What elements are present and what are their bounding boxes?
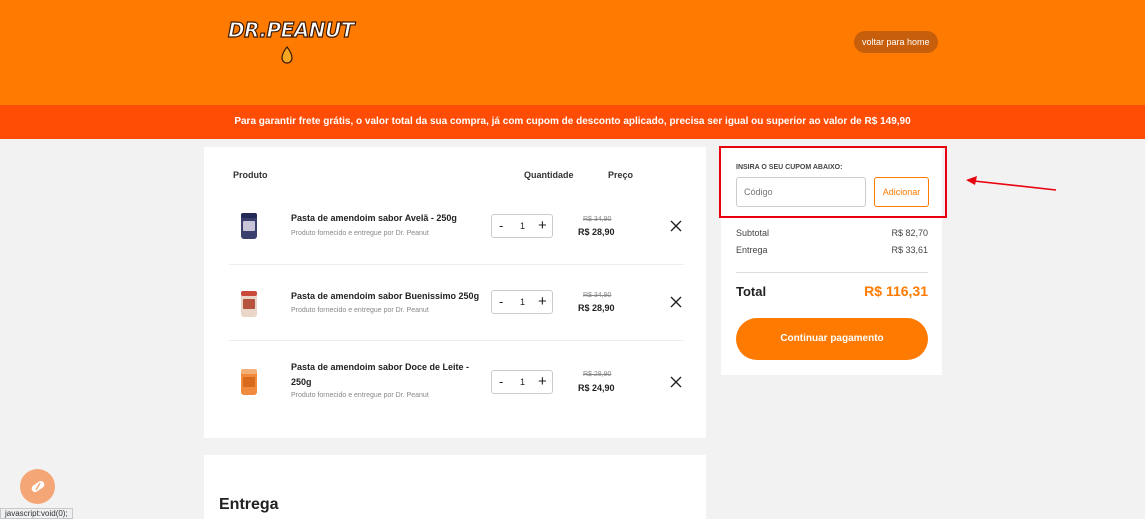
decrease-button[interactable]: - (499, 215, 503, 237)
quantity-value[interactable]: 1 (520, 291, 525, 313)
current-price: R$ 28,90 (578, 227, 615, 237)
peanut-drop-icon (281, 46, 293, 64)
total-value: R$ 116,31 (864, 283, 928, 299)
old-price: R$ 28,90 (583, 371, 612, 378)
shipping-value: R$ 33,61 (891, 245, 928, 255)
delivery-panel: Entrega (204, 455, 706, 519)
product-name[interactable]: Pasta de amendoim sabor Doce de Leite - … (291, 360, 481, 390)
shipping-row: Entrega R$ 33,61 (736, 245, 928, 255)
increase-button[interactable]: + (538, 371, 547, 393)
subtotal-row: Subtotal R$ 82,70 (736, 228, 928, 238)
quantity-value[interactable]: 1 (520, 215, 525, 237)
free-shipping-banner: Para garantir frete grátis, o valor tota… (0, 105, 1145, 139)
header: DR.PEANUT voltar para home (0, 0, 1145, 105)
total-label: Total (736, 284, 767, 299)
cart-panel: Produto Quantidade Preço Pasta de amendo… (204, 147, 706, 438)
close-icon[interactable] (669, 375, 683, 389)
current-price: R$ 24,90 (578, 383, 615, 393)
column-product: Produto (233, 170, 268, 180)
product-seller: Produto fornecido e entregue por Dr. Pea… (291, 230, 429, 237)
quantity-stepper: - 1 + (491, 214, 553, 238)
cart-item: Pasta de amendoim sabor Buenissimo 250g … (229, 265, 684, 341)
back-home-button[interactable]: voltar para home (854, 31, 938, 53)
cart-item: Pasta de amendoim sabor Avelã - 250g Pro… (229, 189, 684, 265)
coupon-highlight-box (719, 146, 947, 218)
chat-icon (31, 480, 45, 493)
delivery-title: Entrega (219, 496, 279, 513)
product-name[interactable]: Pasta de amendoim sabor Buenissimo 250g (291, 289, 481, 304)
old-price: R$ 34,90 (583, 292, 612, 299)
product-seller: Produto fornecido e entregue por Dr. Pea… (291, 392, 429, 399)
quantity-stepper: - 1 + (491, 290, 553, 314)
product-image (241, 291, 257, 317)
current-price: R$ 28,90 (578, 303, 615, 313)
continue-payment-button[interactable]: Continuar pagamento (736, 318, 928, 360)
summary-divider (736, 272, 928, 273)
product-image (241, 213, 257, 239)
close-icon[interactable] (669, 219, 683, 233)
close-icon[interactable] (669, 295, 683, 309)
logo-text: DR.PEANUT (227, 17, 355, 42)
product-name[interactable]: Pasta de amendoim sabor Avelã - 250g (291, 211, 481, 226)
increase-button[interactable]: + (538, 291, 547, 313)
chat-button[interactable] (20, 469, 55, 504)
decrease-button[interactable]: - (499, 371, 503, 393)
subtotal-value: R$ 82,70 (891, 228, 928, 238)
product-seller: Produto fornecido e entregue por Dr. Pea… (291, 307, 429, 314)
quantity-value[interactable]: 1 (520, 371, 525, 393)
red-arrow-icon (966, 176, 1057, 191)
subtotal-label: Subtotal (736, 228, 770, 238)
increase-button[interactable]: + (538, 215, 547, 237)
decrease-button[interactable]: - (499, 291, 503, 313)
logo[interactable]: DR.PEANUT (227, 17, 355, 66)
status-bar-url: javascript:void(0); (0, 508, 73, 519)
column-quantity: Quantidade (524, 170, 574, 180)
column-price: Preço (608, 170, 634, 180)
old-price: R$ 34,90 (583, 216, 612, 223)
shipping-label: Entrega (736, 245, 768, 255)
quantity-stepper: - 1 + (491, 370, 553, 394)
cart-item: Pasta de amendoim sabor Doce de Leite - … (229, 341, 684, 431)
product-image (241, 369, 257, 395)
